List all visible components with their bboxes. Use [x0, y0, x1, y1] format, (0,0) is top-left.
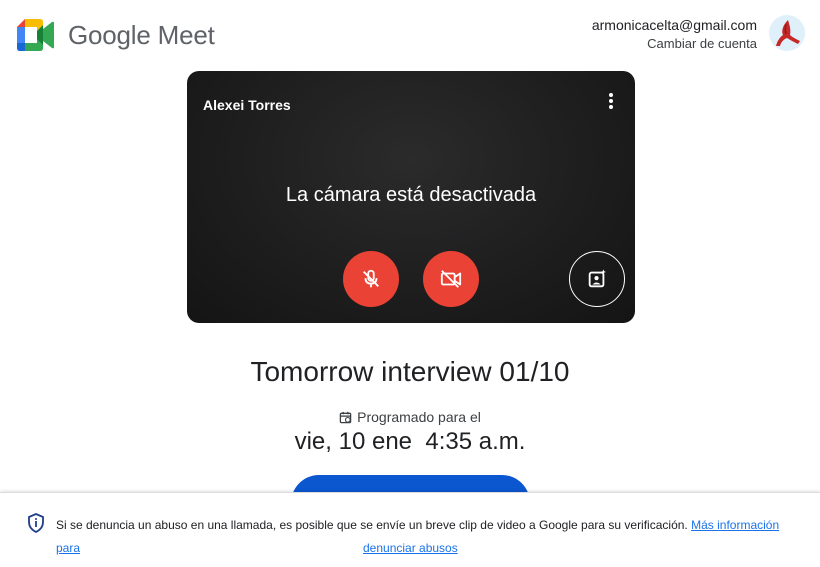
google-meet-logo[interactable]: Google Meet [17, 19, 215, 51]
scheduled-label: Programado para el [0, 409, 820, 425]
switch-account-link[interactable]: Cambiar de cuenta [592, 35, 757, 52]
camera-toggle-button[interactable] [423, 251, 479, 307]
mic-off-icon [363, 269, 379, 288]
calendar-icon [339, 411, 352, 423]
scheduled-label-text: Programado para el [357, 409, 481, 425]
abuse-notice-banner: Si se denuncia un abuso en una llamada, … [0, 492, 820, 567]
shield-info-icon [28, 513, 44, 533]
avatar-image [769, 15, 805, 51]
brand-name: Google Meet [68, 20, 215, 50]
avatar[interactable] [769, 15, 805, 51]
account-info: armonicacelta@gmail.com Cambiar de cuent… [592, 17, 757, 52]
account-email: armonicacelta@gmail.com [591, 17, 757, 33]
effects-icon [588, 269, 606, 288]
more-options-icon[interactable] [603, 93, 619, 109]
visual-effects-button[interactable] [569, 251, 625, 307]
scheduled-date: vie, 10 ene 4:35 a.m. [294, 428, 526, 455]
self-video-preview: Alexei Torres La cámara está desactivada [187, 71, 635, 323]
camera-status-text: La cámara está desactivada [285, 184, 537, 206]
microphone-toggle-button[interactable] [343, 251, 399, 307]
meeting-title: Tomorrow interview 01/10 [250, 356, 570, 387]
meet-logo-icon [17, 19, 54, 51]
report-abuse-link[interactable]: denunciar abusos [363, 537, 458, 560]
notice-message: Si se denuncia un abuso en una llamada, … [56, 518, 688, 532]
camera-off-icon [440, 270, 462, 288]
participant-name: Alexei Torres [203, 97, 291, 113]
